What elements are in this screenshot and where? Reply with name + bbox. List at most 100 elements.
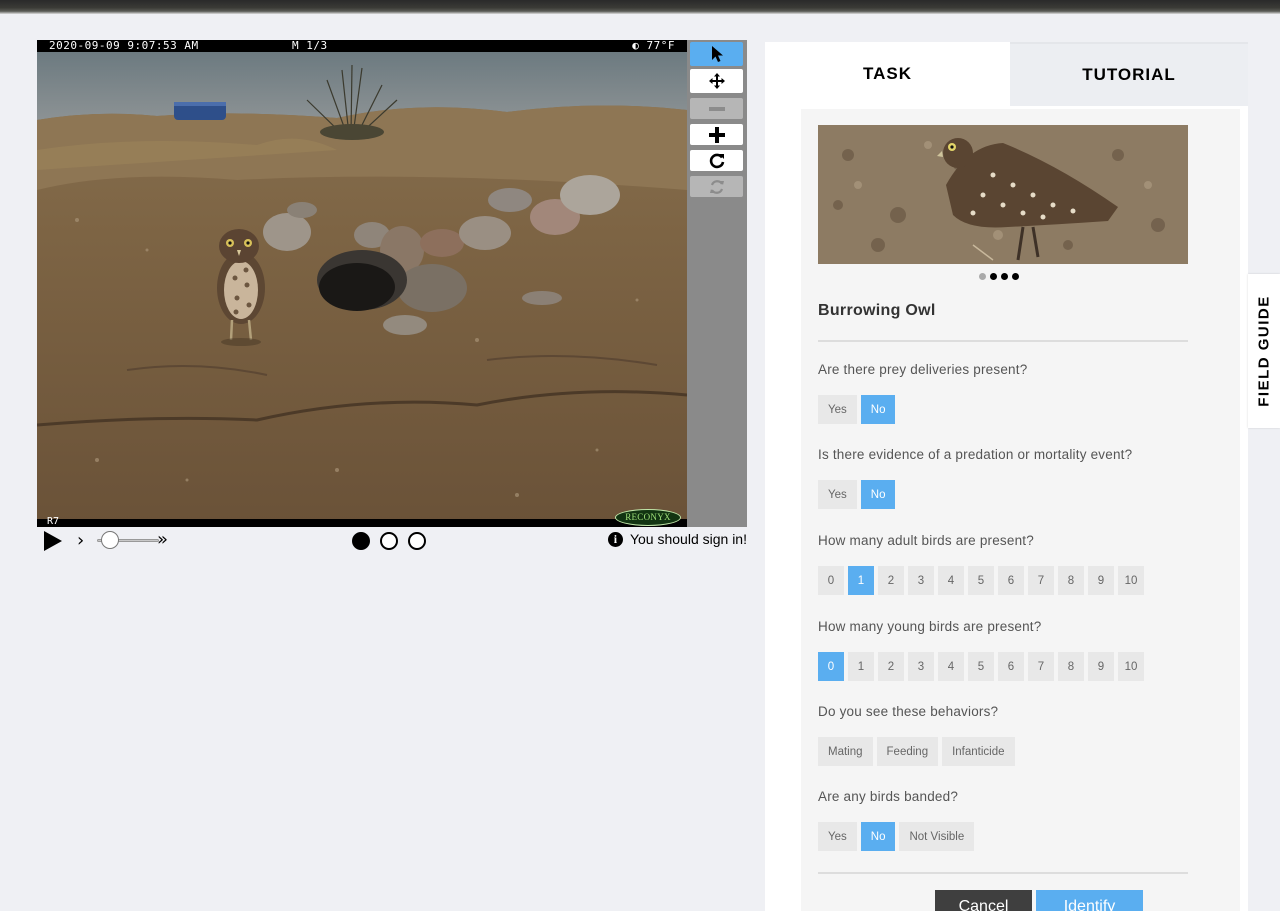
answer-mating-button[interactable]: Mating	[818, 737, 873, 766]
answer-3-button[interactable]: 3	[908, 566, 934, 595]
field-guide-tab[interactable]: FIELD GUIDE	[1248, 274, 1280, 428]
question-text: How many adult birds are present?	[818, 533, 1034, 548]
answer-group: 0 1 2 3 4 5 6 7 8 9 10	[818, 566, 1218, 595]
question-text: Are there prey deliveries present?	[818, 362, 1028, 377]
answer-1-button[interactable]: 1	[848, 652, 874, 681]
answer-infanticide-button[interactable]: Infanticide	[942, 737, 1015, 766]
camera-trap-photo	[37, 40, 687, 527]
question-text: Is there evidence of a predation or mort…	[818, 447, 1133, 462]
image-carousel-dots	[979, 273, 1019, 280]
zoom-out-button[interactable]	[690, 98, 743, 119]
tab-task[interactable]: TASK	[765, 42, 1010, 106]
answer-2-button[interactable]: 2	[878, 566, 904, 595]
answer-0-button[interactable]: 0	[818, 566, 844, 595]
camera-bottom-strip: R7	[37, 516, 687, 527]
question-young-count: How many young birds are present? 012345…	[818, 619, 1218, 681]
answer-4-button[interactable]: 4	[938, 566, 964, 595]
question-adult-count: How many adult birds are present? 012345…	[818, 533, 1218, 595]
camera-temperature: ◐ 77°F	[632, 40, 675, 52]
answer-not-visible-button[interactable]: Not Visible	[899, 822, 975, 851]
task-panel: TASK TUTORIAL Burrowing Owl Are there pr…	[765, 42, 1248, 911]
answer-0-button[interactable]: 0	[818, 652, 844, 681]
answer-4-button[interactable]: 4	[938, 652, 964, 681]
step-forward-icon[interactable]: ›	[77, 531, 84, 551]
answer-9-button[interactable]: 9	[1088, 566, 1114, 595]
answer-6-button[interactable]: 6	[998, 566, 1024, 595]
question-banded: Are any birds banded? Yes No Not Visible	[818, 789, 1218, 851]
question-prey-deliveries: Are there prey deliveries present? Yes No	[818, 362, 1218, 424]
divider	[818, 340, 1188, 342]
answer-no-button[interactable]: No	[860, 480, 896, 509]
carousel-dot-2[interactable]	[990, 273, 997, 280]
carousel-dot-4[interactable]	[1012, 273, 1019, 280]
answer-9-button[interactable]: 9	[1088, 652, 1114, 681]
identify-button[interactable]: Identify	[1036, 890, 1143, 911]
pointer-icon	[711, 46, 723, 62]
zoom-in-icon	[708, 126, 725, 143]
answer-10-button[interactable]: 10	[1118, 652, 1144, 681]
play-icon[interactable]	[43, 531, 63, 551]
carousel-dot-1[interactable]	[979, 273, 986, 280]
answer-1-button[interactable]: 1	[848, 566, 874, 595]
question-text: How many young birds are present?	[818, 619, 1042, 634]
answer-8-button[interactable]: 8	[1058, 652, 1084, 681]
camera-id: R7	[47, 516, 60, 527]
camera-info-strip: 2020-09-09 9:07:53 AM M 1/3 ◐ 77°F	[37, 40, 687, 52]
frame-dot-3[interactable]	[408, 532, 426, 550]
answer-8-button[interactable]: 8	[1058, 566, 1084, 595]
frame-selector	[352, 532, 426, 550]
answer-group: 0 1 2 3 4 5 6 7 8 9 10	[818, 652, 1218, 681]
answer-yes-button[interactable]: Yes	[818, 822, 857, 851]
rotate-button[interactable]	[690, 150, 743, 171]
tab-tutorial[interactable]: TUTORIAL	[1010, 42, 1248, 106]
answer-10-button[interactable]: 10	[1118, 566, 1144, 595]
answer-yes-button[interactable]: Yes	[818, 395, 857, 424]
answer-6-button[interactable]: 6	[998, 652, 1024, 681]
camera-timestamp: 2020-09-09 9:07:53 AM	[49, 40, 199, 52]
reset-icon	[709, 179, 724, 194]
top-bar	[0, 0, 1280, 14]
answer-5-button[interactable]: 5	[968, 566, 994, 595]
slider-handle[interactable]	[101, 531, 119, 549]
move-icon	[708, 73, 725, 89]
answer-2-button[interactable]: 2	[878, 652, 904, 681]
camera-mode: M 1/3	[292, 40, 328, 52]
cancel-button[interactable]: Cancel	[935, 890, 1032, 911]
answer-yes-button[interactable]: Yes	[818, 480, 857, 509]
zoom-out-icon	[708, 106, 725, 111]
signin-notice: i You should sign in!	[607, 531, 747, 547]
answer-group: Mating Feeding Infanticide	[818, 737, 1218, 766]
question-text: Are any birds banded?	[818, 789, 959, 804]
question-text: Do you see these behaviors?	[818, 704, 999, 719]
species-detail-card: Burrowing Owl Are there prey deliveries …	[801, 109, 1240, 911]
carousel-dot-3[interactable]	[1001, 273, 1008, 280]
answer-7-button[interactable]: 7	[1028, 652, 1054, 681]
image-toolbar	[687, 40, 747, 527]
question-predation: Is there evidence of a predation or mort…	[818, 447, 1218, 509]
pointer-tool-button[interactable]	[690, 42, 743, 66]
species-photo	[818, 125, 1188, 264]
frame-dot-1[interactable]	[352, 532, 370, 550]
answer-group: Yes No Not Visible	[818, 822, 1218, 851]
answer-7-button[interactable]: 7	[1028, 566, 1054, 595]
divider	[818, 872, 1188, 874]
move-tool-button[interactable]	[690, 69, 743, 93]
signin-text: You should sign in!	[629, 531, 747, 547]
answer-3-button[interactable]: 3	[908, 652, 934, 681]
answer-group: Yes No	[818, 395, 1218, 424]
species-name: Burrowing Owl	[818, 302, 936, 319]
answer-no-button[interactable]: No	[860, 822, 896, 851]
subject-image[interactable]: 2020-09-09 9:07:53 AM M 1/3 ◐ 77°F R7 RE…	[37, 40, 687, 527]
fast-forward-icon[interactable]: »	[157, 530, 168, 550]
answer-5-button[interactable]: 5	[968, 652, 994, 681]
question-behaviors: Do you see these behaviors? Mating Feedin…	[818, 704, 1218, 766]
answer-no-button[interactable]: No	[860, 395, 896, 424]
answer-group: Yes No	[818, 480, 1218, 509]
playback-controls: › » i You should sign in!	[37, 529, 747, 553]
answer-feeding-button[interactable]: Feeding	[876, 737, 939, 766]
info-icon: i	[607, 531, 623, 547]
field-guide-label: FIELD GUIDE	[1255, 295, 1273, 407]
reset-button[interactable]	[690, 176, 743, 197]
zoom-in-button[interactable]	[690, 124, 743, 145]
frame-dot-2[interactable]	[380, 532, 398, 550]
